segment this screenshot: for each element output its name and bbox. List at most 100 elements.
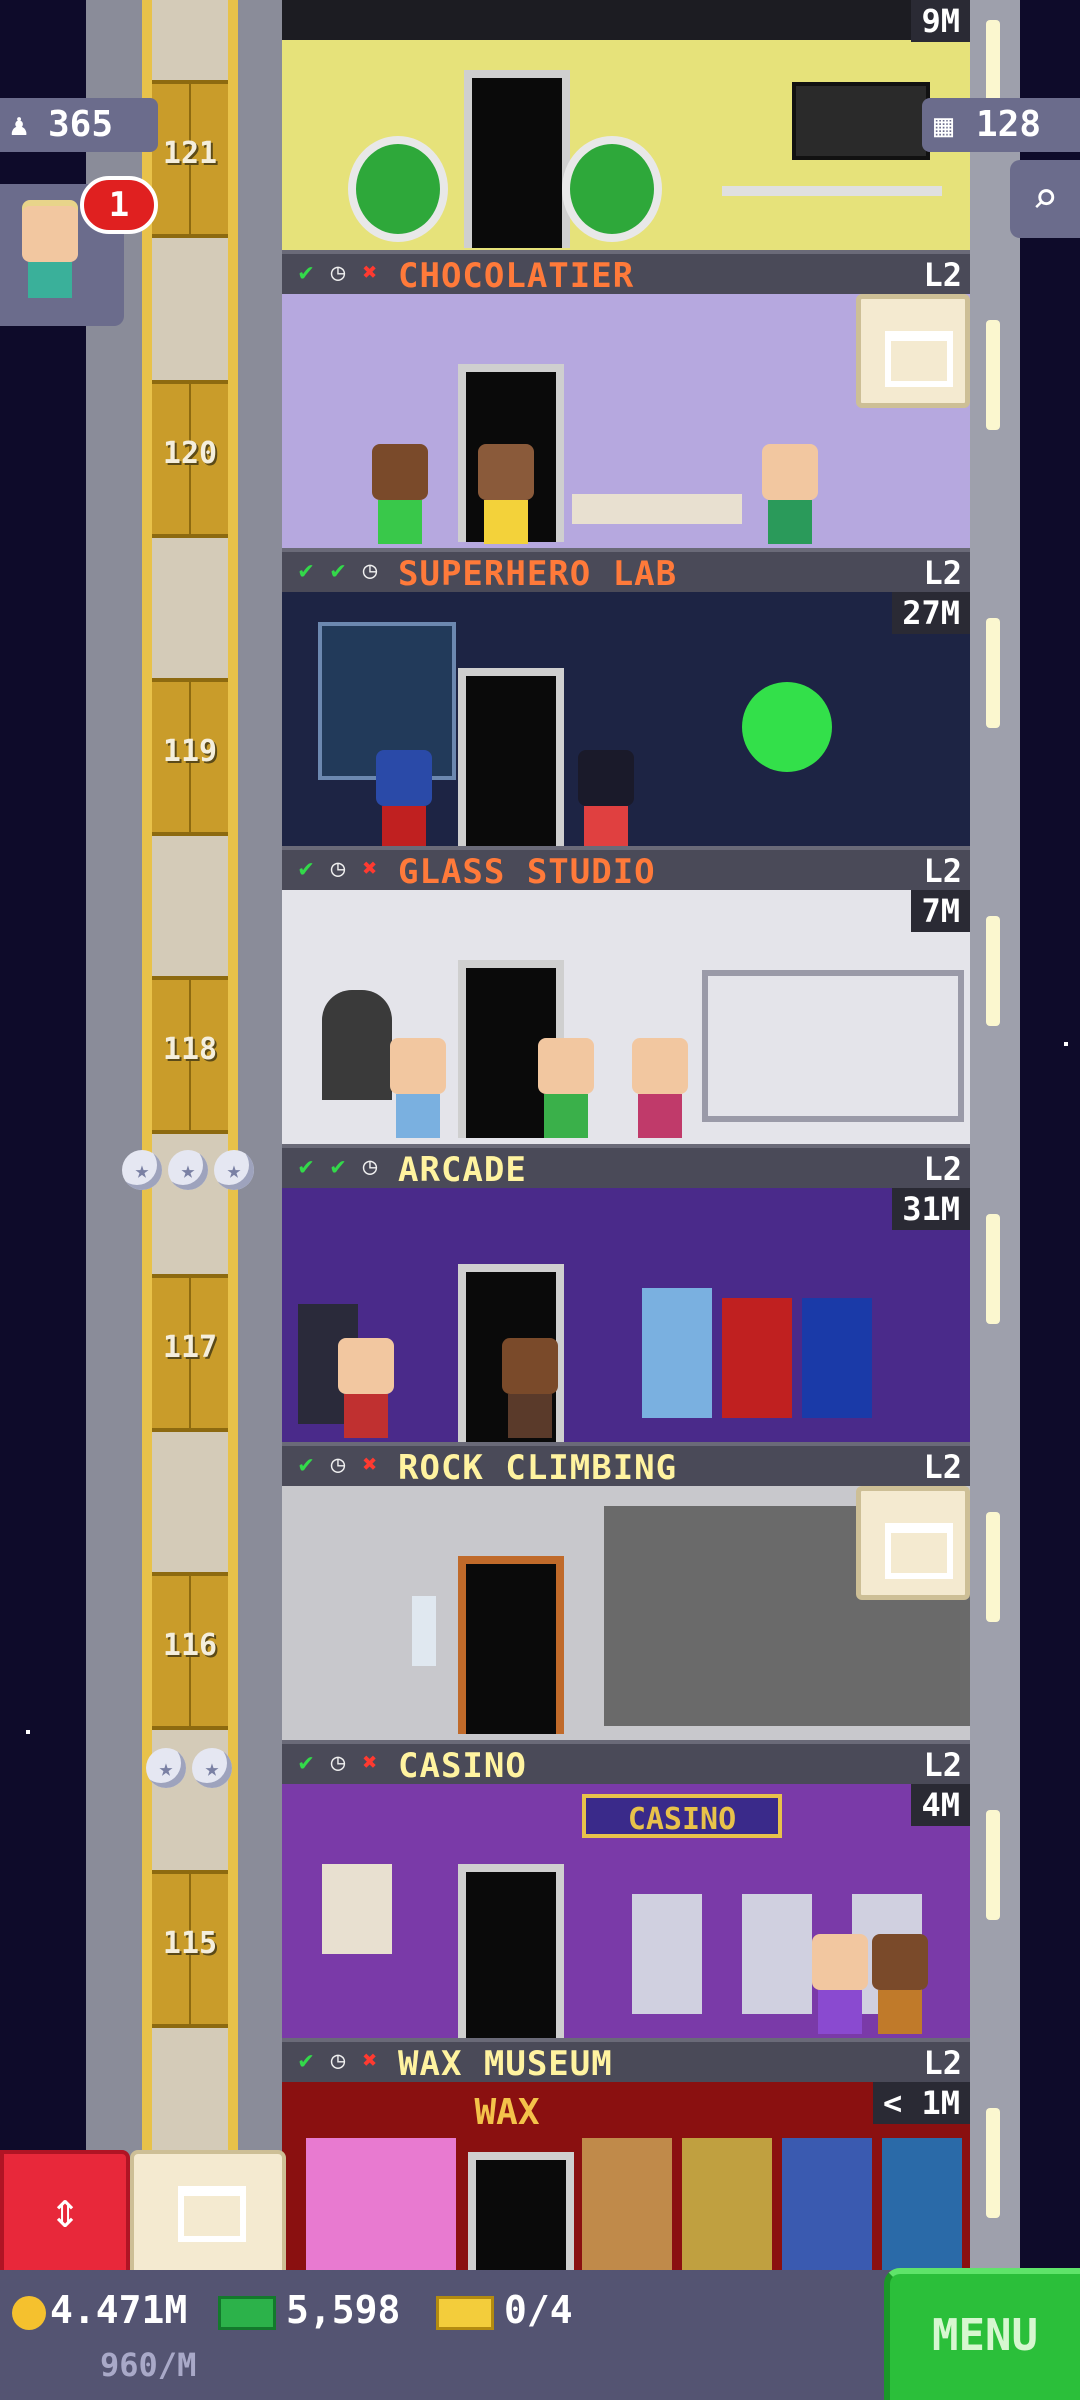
- floor-name: ARCADE: [398, 1150, 527, 1190]
- floor-number: 118: [162, 1032, 218, 1067]
- room-door: [468, 2152, 574, 2270]
- clock-icon: ◷: [330, 2046, 346, 2074]
- check-icon: ✔: [298, 556, 314, 584]
- floor-header: ✔ ◷ ✖ GLASS STUDIO L2: [282, 846, 970, 892]
- floor-timer: 4M: [911, 1784, 970, 1826]
- egg-chair: [562, 136, 662, 242]
- wall-screen: [792, 82, 930, 160]
- room-door: [464, 70, 570, 248]
- floor-casino[interactable]: ✔ ◷ ✖ CASINO L2 4M CASINO: [282, 1740, 970, 2038]
- floor-level: L2: [923, 1150, 962, 1188]
- build-button[interactable]: [130, 2150, 286, 2278]
- glass-studio-room: 7M: [282, 890, 970, 1144]
- casino-room: 4M CASINO: [282, 1784, 970, 2038]
- superhero: [578, 750, 634, 846]
- floor-glass-studio[interactable]: ✔ ◷ ✖ GLASS STUDIO L2 7M: [282, 846, 970, 1144]
- magnifier-icon: ⌕: [1031, 173, 1059, 224]
- visitor: [338, 1338, 394, 1438]
- floor-121-room[interactable]: 9M: [282, 0, 970, 250]
- floor-header: ✔ ◷ ✖ CHOCOLATIER L2: [282, 250, 970, 296]
- arcade-cabinet: [802, 1298, 872, 1418]
- pillar-light: [986, 618, 1000, 728]
- floor-superhero-lab[interactable]: ✔ ✔ ◷ SUPERHERO LAB L2 27M: [282, 548, 970, 846]
- pillar-light: [986, 916, 1000, 1026]
- floor-count: 128: [976, 104, 1042, 145]
- floor-rock-climbing[interactable]: ✔ ◷ ✖ ROCK CLIMBING L2: [282, 1442, 970, 1740]
- notification-badge[interactable]: 1: [80, 176, 158, 234]
- star-icon: ★: [214, 1150, 254, 1190]
- x-icon: ✖: [362, 258, 378, 286]
- floor-header: ✔ ◷ ✖ WAX MUSEUM L2: [282, 2038, 970, 2084]
- clock-icon: ◷: [330, 854, 346, 882]
- floor-name: CASINO: [398, 1746, 527, 1786]
- star-icon: ★: [168, 1150, 208, 1190]
- wax-exhibit: [582, 2138, 672, 2270]
- x-icon: ✖: [362, 1450, 378, 1478]
- x-icon: ✖: [362, 854, 378, 882]
- wax-exhibit: [306, 2138, 456, 2270]
- check-icon: ✔: [298, 1450, 314, 1478]
- floor-arcade[interactable]: ✔ ✔ ◷ ARCADE L2 31M: [282, 1144, 970, 1442]
- visitor: [632, 1038, 688, 1138]
- clock-icon: ◷: [330, 1748, 346, 1776]
- elevator-button[interactable]: ⇕: [0, 2150, 130, 2278]
- stock-crate-button[interactable]: [856, 294, 970, 408]
- ticket-icon: [436, 2295, 494, 2330]
- floor-number: 120: [162, 436, 218, 471]
- shop-worker: [372, 444, 428, 544]
- floor-header: ✔ ◷ ✖ ROCK CLIMBING L2: [282, 1442, 970, 1488]
- stock-crate-button[interactable]: [856, 1486, 970, 1600]
- check-icon: ✔: [330, 556, 346, 584]
- floor-header: ✔ ✔ ◷ ARCADE L2: [282, 1144, 970, 1190]
- superhero-lab-room: 27M: [282, 592, 970, 846]
- floor-count-badge[interactable]: ▦ 128: [922, 98, 1080, 152]
- coin-icon: [12, 2295, 46, 2330]
- floor-number: 117: [162, 1330, 218, 1365]
- visitor: [502, 1338, 558, 1438]
- floor-status-icons: ✔ ✔ ◷: [292, 1152, 384, 1180]
- search-button[interactable]: ⌕: [1010, 160, 1080, 238]
- floor-level: L2: [923, 1448, 962, 1486]
- floor-status-icons: ✔ ◷ ✖: [292, 1748, 384, 1776]
- floor-timer: 7M: [911, 890, 970, 932]
- visitor: [812, 1934, 868, 2034]
- up-down-arrows-icon: ⇕: [49, 2181, 81, 2239]
- floor-name: CHOCOLATIER: [398, 256, 635, 296]
- visitor: [872, 1934, 928, 2034]
- pillar-light: [986, 1214, 1000, 1324]
- floor-wax-museum[interactable]: ✔ ◷ ✖ WAX MUSEUM L2 < 1M WAX: [282, 2038, 970, 2270]
- floor-name: GLASS STUDIO: [398, 852, 656, 892]
- floor-number: 115: [162, 1926, 218, 1961]
- slot-machine: [632, 1894, 702, 2014]
- glass-shelf: [702, 970, 964, 1122]
- arcade-room: 31M: [282, 1188, 970, 1442]
- background-star: [26, 1730, 30, 1734]
- floor-status-icons: ✔ ✔ ◷: [292, 556, 384, 584]
- floor-timer: < 1M: [872, 2082, 970, 2124]
- office-room: 9M: [282, 0, 970, 250]
- wax-sign: WAX: [474, 2092, 540, 2133]
- floor-chocolatier[interactable]: ✔ ◷ ✖ CHOCOLATIER L2: [282, 250, 970, 548]
- star-icon: ★: [146, 1748, 186, 1788]
- floor-number: 119: [162, 734, 218, 769]
- floor-name: SUPERHERO LAB: [398, 554, 678, 594]
- menu-button[interactable]: MENU: [884, 2268, 1080, 2400]
- clock-icon: ◷: [362, 1152, 378, 1180]
- tower-pillar: [970, 0, 1020, 2270]
- wax-exhibit: [682, 2138, 772, 2270]
- check-icon: ✔: [330, 1152, 346, 1180]
- elevator-shaft[interactable]: 121 120 119 118 117 116 115 ★ ★ ★ ★ ★: [86, 0, 282, 2270]
- building-icon: ▦: [934, 106, 954, 144]
- check-icon: ✔: [298, 1748, 314, 1776]
- star-icon: ★: [122, 1150, 162, 1190]
- visitor: [538, 1038, 594, 1138]
- x-icon: ✖: [362, 2046, 378, 2074]
- floor-status-icons: ✔ ◷ ✖: [292, 258, 384, 286]
- kiln: [322, 990, 392, 1100]
- floor-name: ROCK CLIMBING: [398, 1448, 678, 1488]
- water-cooler: [412, 1596, 436, 1666]
- floor-number: 116: [162, 1628, 218, 1663]
- population-badge[interactable]: ♟ 365: [0, 98, 158, 152]
- star-icon: ★: [192, 1748, 232, 1788]
- background-star: [1064, 1042, 1068, 1046]
